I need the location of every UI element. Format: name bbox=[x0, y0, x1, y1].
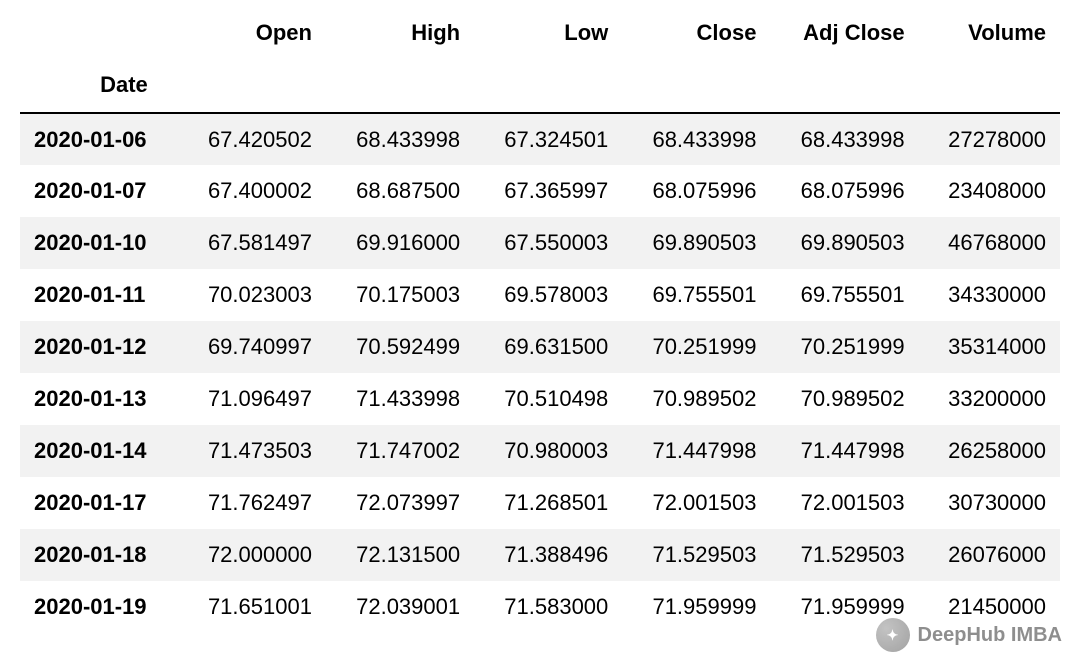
cell-high: 68.687500 bbox=[326, 165, 474, 217]
cell-low: 67.365997 bbox=[474, 165, 622, 217]
cell-close: 72.001503 bbox=[622, 477, 770, 529]
cell-adj: 70.989502 bbox=[770, 373, 918, 425]
cell-open: 67.400002 bbox=[178, 165, 326, 217]
cell-low: 67.324501 bbox=[474, 113, 622, 165]
cell-open: 72.000000 bbox=[178, 529, 326, 581]
cell-close: 68.075996 bbox=[622, 165, 770, 217]
cell-volume: 30730000 bbox=[919, 477, 1060, 529]
cell-open: 69.740997 bbox=[178, 321, 326, 373]
cell-low: 69.578003 bbox=[474, 269, 622, 321]
row-index-date: 2020-01-13 bbox=[20, 373, 178, 425]
cell-adj: 71.529503 bbox=[770, 529, 918, 581]
header-open: Open bbox=[178, 10, 326, 52]
row-index-date: 2020-01-07 bbox=[20, 165, 178, 217]
cell-open: 71.473503 bbox=[178, 425, 326, 477]
cell-open: 67.420502 bbox=[178, 113, 326, 165]
row-index-date: 2020-01-18 bbox=[20, 529, 178, 581]
table-row: 2020-01-0767.40000268.68750067.36599768.… bbox=[20, 165, 1060, 217]
cell-open: 71.762497 bbox=[178, 477, 326, 529]
cell-low: 70.510498 bbox=[474, 373, 622, 425]
cell-close: 69.755501 bbox=[622, 269, 770, 321]
cell-close: 68.433998 bbox=[622, 113, 770, 165]
cell-volume: 27278000 bbox=[919, 113, 1060, 165]
cell-low: 70.980003 bbox=[474, 425, 622, 477]
table-row: 2020-01-1971.65100172.03900171.58300071.… bbox=[20, 581, 1060, 633]
cell-close: 70.989502 bbox=[622, 373, 770, 425]
cell-high: 70.592499 bbox=[326, 321, 474, 373]
cell-volume: 23408000 bbox=[919, 165, 1060, 217]
cell-close: 69.890503 bbox=[622, 217, 770, 269]
cell-low: 71.268501 bbox=[474, 477, 622, 529]
table-row: 2020-01-1471.47350371.74700270.98000371.… bbox=[20, 425, 1060, 477]
cell-high: 72.073997 bbox=[326, 477, 474, 529]
cell-volume: 35314000 bbox=[919, 321, 1060, 373]
cell-high: 71.747002 bbox=[326, 425, 474, 477]
cell-volume: 21450000 bbox=[919, 581, 1060, 633]
header-blank bbox=[20, 10, 178, 52]
table-body: 2020-01-0667.42050268.43399867.32450168.… bbox=[20, 113, 1060, 633]
row-index-date: 2020-01-06 bbox=[20, 113, 178, 165]
row-index-date: 2020-01-17 bbox=[20, 477, 178, 529]
cell-low: 69.631500 bbox=[474, 321, 622, 373]
cell-adj: 71.447998 bbox=[770, 425, 918, 477]
cell-adj: 70.251999 bbox=[770, 321, 918, 373]
cell-high: 72.039001 bbox=[326, 581, 474, 633]
cell-volume: 33200000 bbox=[919, 373, 1060, 425]
header-low: Low bbox=[474, 10, 622, 52]
cell-high: 69.916000 bbox=[326, 217, 474, 269]
cell-low: 67.550003 bbox=[474, 217, 622, 269]
column-header-row: Open High Low Close Adj Close Volume bbox=[20, 10, 1060, 52]
cell-open: 67.581497 bbox=[178, 217, 326, 269]
header-volume: Volume bbox=[919, 10, 1060, 52]
cell-close: 71.529503 bbox=[622, 529, 770, 581]
cell-high: 71.433998 bbox=[326, 373, 474, 425]
cell-open: 70.023003 bbox=[178, 269, 326, 321]
index-name: Date bbox=[20, 52, 178, 113]
header-close: Close bbox=[622, 10, 770, 52]
row-index-date: 2020-01-10 bbox=[20, 217, 178, 269]
cell-high: 72.131500 bbox=[326, 529, 474, 581]
cell-volume: 34330000 bbox=[919, 269, 1060, 321]
cell-close: 70.251999 bbox=[622, 321, 770, 373]
cell-high: 68.433998 bbox=[326, 113, 474, 165]
table-row: 2020-01-0667.42050268.43399867.32450168.… bbox=[20, 113, 1060, 165]
cell-close: 71.959999 bbox=[622, 581, 770, 633]
cell-adj: 69.755501 bbox=[770, 269, 918, 321]
table-row: 2020-01-1771.76249772.07399771.26850172.… bbox=[20, 477, 1060, 529]
header-adj-close: Adj Close bbox=[770, 10, 918, 52]
price-table: Open High Low Close Adj Close Volume Dat… bbox=[20, 10, 1060, 633]
row-index-date: 2020-01-11 bbox=[20, 269, 178, 321]
row-index-date: 2020-01-19 bbox=[20, 581, 178, 633]
table-row: 2020-01-1872.00000072.13150071.38849671.… bbox=[20, 529, 1060, 581]
cell-adj: 68.075996 bbox=[770, 165, 918, 217]
cell-adj: 71.959999 bbox=[770, 581, 918, 633]
cell-volume: 26076000 bbox=[919, 529, 1060, 581]
cell-open: 71.096497 bbox=[178, 373, 326, 425]
row-index-date: 2020-01-14 bbox=[20, 425, 178, 477]
cell-volume: 26258000 bbox=[919, 425, 1060, 477]
cell-adj: 69.890503 bbox=[770, 217, 918, 269]
header-high: High bbox=[326, 10, 474, 52]
cell-low: 71.388496 bbox=[474, 529, 622, 581]
cell-low: 71.583000 bbox=[474, 581, 622, 633]
table-header: Open High Low Close Adj Close Volume Dat… bbox=[20, 10, 1060, 113]
table-row: 2020-01-1269.74099770.59249969.63150070.… bbox=[20, 321, 1060, 373]
cell-close: 71.447998 bbox=[622, 425, 770, 477]
table-row: 2020-01-1170.02300370.17500369.57800369.… bbox=[20, 269, 1060, 321]
cell-volume: 46768000 bbox=[919, 217, 1060, 269]
cell-adj: 68.433998 bbox=[770, 113, 918, 165]
cell-high: 70.175003 bbox=[326, 269, 474, 321]
cell-adj: 72.001503 bbox=[770, 477, 918, 529]
row-index-date: 2020-01-12 bbox=[20, 321, 178, 373]
table-row: 2020-01-1067.58149769.91600067.55000369.… bbox=[20, 217, 1060, 269]
index-header-row: Date bbox=[20, 52, 1060, 113]
cell-open: 71.651001 bbox=[178, 581, 326, 633]
table-row: 2020-01-1371.09649771.43399870.51049870.… bbox=[20, 373, 1060, 425]
